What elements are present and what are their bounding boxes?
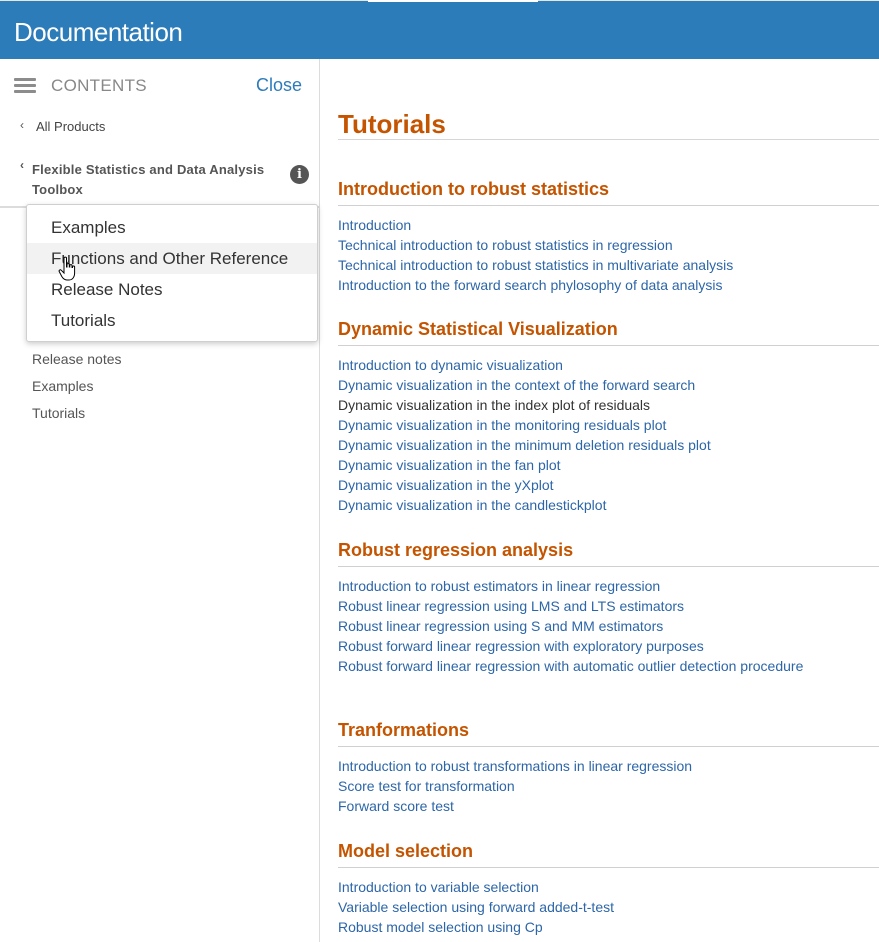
section-transformations: Tranformations Introduction to robust tr… <box>338 720 879 817</box>
tutorial-link[interactable]: Variable selection using forward added-t… <box>338 898 879 918</box>
tutorial-link[interactable]: Robust forward linear regression with ex… <box>338 637 879 657</box>
section-robust-statistics: Introduction to robust statistics Introd… <box>338 179 879 296</box>
section-heading: Tranformations <box>338 720 470 740</box>
page-title: Tutorials <box>338 109 446 139</box>
hand-pointer-cursor-icon <box>58 256 76 281</box>
tutorial-link[interactable]: Dynamic visualization in the candlestick… <box>338 496 879 516</box>
section-divider <box>338 205 879 206</box>
section-divider <box>338 345 879 346</box>
tutorial-link[interactable]: Dynamic visualization in the fan plot <box>338 456 879 476</box>
product-title[interactable]: Flexible Statistics and Data Analysis To… <box>32 160 272 200</box>
section-divider <box>338 867 879 868</box>
hamburger-menu-icon[interactable] <box>14 78 36 94</box>
close-button[interactable]: Close <box>256 75 302 96</box>
tutorial-link[interactable]: Robust forward linear regression with au… <box>338 657 879 677</box>
menu-item-tutorials[interactable]: Tutorials <box>27 305 317 336</box>
contents-bar: CONTENTS Close <box>0 59 320 111</box>
tutorial-link[interactable]: Score test for transformation <box>338 777 879 797</box>
tutorial-link[interactable]: Dynamic visualization in the minimum del… <box>338 436 879 456</box>
tutorial-link[interactable]: Introduction to dynamic visualization <box>338 356 879 376</box>
info-icon[interactable]: i <box>290 165 309 184</box>
sidebar-item-release-notes[interactable]: Release notes <box>32 351 122 378</box>
tutorial-link[interactable]: Introduction to the forward search phylo… <box>338 276 879 296</box>
title-divider <box>338 139 879 140</box>
sidebar-item-tutorials[interactable]: Tutorials <box>32 405 122 432</box>
tutorial-link[interactable]: Dynamic visualization in the context of … <box>338 376 879 396</box>
tutorial-link[interactable]: Dynamic visualization in the yXplot <box>338 476 879 496</box>
sidebar-link-list: Release notes Examples Tutorials <box>32 351 122 432</box>
header-notch <box>368 0 538 2</box>
tutorial-link[interactable]: Robust linear regression using LMS and L… <box>338 597 879 617</box>
menu-item-examples[interactable]: Examples <box>27 212 317 243</box>
contents-label: CONTENTS <box>51 76 147 95</box>
tutorial-link[interactable]: Dynamic visualization in the monitoring … <box>338 416 879 436</box>
tutorial-link[interactable]: Introduction to variable selection <box>338 878 879 898</box>
chevron-left-icon: ‹ <box>20 118 24 132</box>
app-title: Documentation <box>14 17 183 47</box>
tutorial-link[interactable]: Robust model selection using Cp <box>338 918 879 938</box>
section-heading: Dynamic Statistical Visualization <box>338 319 618 339</box>
tutorial-link[interactable]: Introduction to robust estimators in lin… <box>338 577 879 597</box>
all-products-link[interactable]: ‹ All Products <box>0 111 320 144</box>
chevron-left-icon: ‹ <box>20 158 24 172</box>
product-header[interactable]: ‹ Flexible Statistics and Data Analysis … <box>0 152 320 208</box>
section-model-selection: Model selection Introduction to variable… <box>338 841 879 938</box>
tutorial-link[interactable]: Dynamic visualization in the index plot … <box>338 396 879 416</box>
section-robust-regression: Robust regression analysis Introduction … <box>338 540 879 677</box>
tutorial-link[interactable]: Technical introduction to robust statist… <box>338 236 879 256</box>
sidebar: CONTENTS Close ‹ All Products ‹ Flexible… <box>0 59 320 942</box>
section-dynamic-visualization: Dynamic Statistical Visualization Introd… <box>338 319 879 516</box>
sidebar-item-examples[interactable]: Examples <box>32 378 122 405</box>
section-heading: Model selection <box>338 841 474 861</box>
section-heading: Introduction to robust statistics <box>338 179 610 199</box>
section-divider <box>338 566 879 567</box>
tutorial-link[interactable]: Introduction to robust transformations i… <box>338 757 879 777</box>
top-header-bar: Documentation <box>0 0 879 59</box>
tutorial-link[interactable]: Forward score test <box>338 797 879 817</box>
section-divider <box>338 746 879 747</box>
tutorial-link[interactable]: Technical introduction to robust statist… <box>338 256 879 276</box>
tutorial-link[interactable]: Robust linear regression using S and MM … <box>338 617 879 637</box>
tutorial-link[interactable]: Introduction <box>338 216 879 236</box>
all-products-label[interactable]: All Products <box>36 119 105 134</box>
section-heading: Robust regression analysis <box>338 540 574 560</box>
